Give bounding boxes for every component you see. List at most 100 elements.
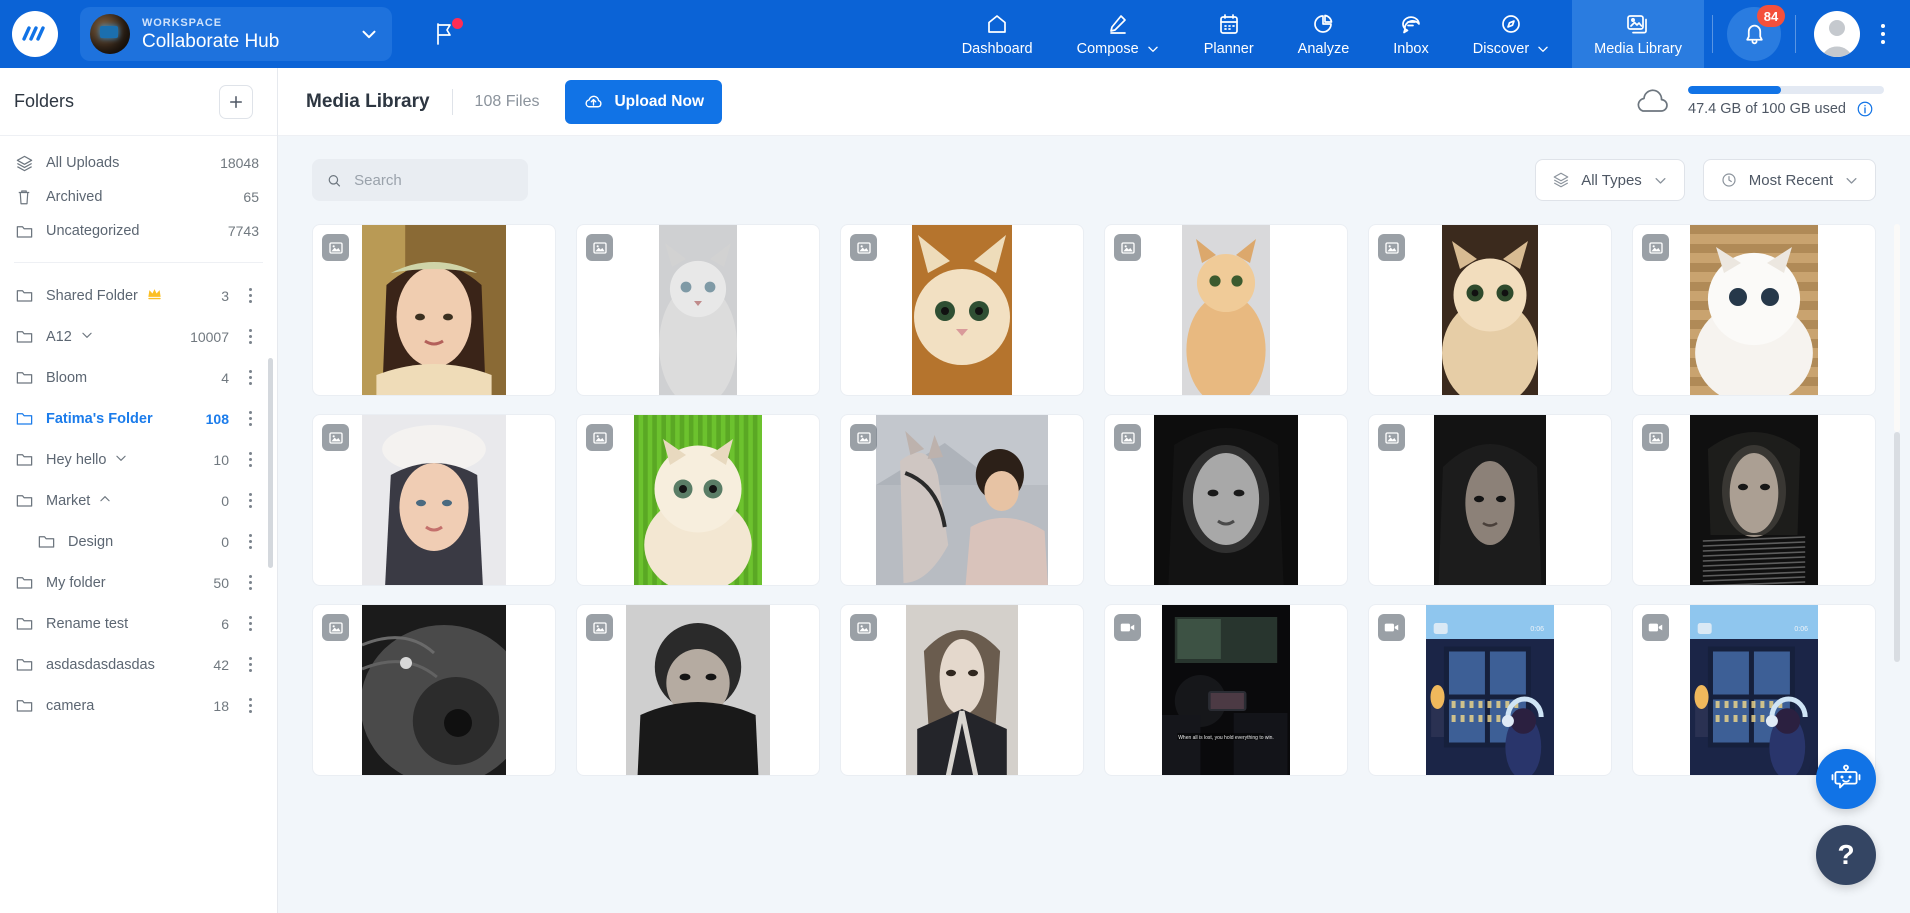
- sidebar-folder-design[interactable]: Design 0: [0, 521, 277, 562]
- sidebar-folder-shared-folder[interactable]: Shared Folder 3: [0, 275, 277, 316]
- help-label: ?: [1837, 839, 1855, 870]
- app-logo[interactable]: [12, 11, 58, 57]
- media-card[interactable]: [1104, 414, 1348, 586]
- sidebar-label-all-uploads: All Uploads: [46, 155, 120, 171]
- nav-item-dashboard[interactable]: Dashboard: [940, 0, 1055, 68]
- media-card[interactable]: 0:06: [1368, 604, 1612, 776]
- media-card[interactable]: [312, 604, 556, 776]
- folder-overflow-menu-button[interactable]: [241, 370, 259, 385]
- chevron-down-icon[interactable]: [80, 328, 94, 346]
- media-card[interactable]: [840, 224, 1084, 396]
- folder-icon: [14, 614, 34, 633]
- folder-icon: [14, 368, 34, 387]
- image-icon: [1378, 424, 1405, 451]
- media-card[interactable]: [1104, 224, 1348, 396]
- user-avatar[interactable]: [1814, 11, 1860, 57]
- folder-icon: [14, 573, 34, 592]
- notifications-button[interactable]: 84: [1727, 5, 1785, 61]
- folder-overflow-menu-button[interactable]: [241, 657, 259, 672]
- folder-overflow-menu-button[interactable]: [241, 329, 259, 344]
- folder-overflow-menu-button[interactable]: [241, 575, 259, 590]
- sidebar-folder-label: Hey hello: [46, 451, 201, 469]
- media-thumbnail: When all is lost, you hold everything to…: [1162, 605, 1290, 775]
- add-folder-button[interactable]: [219, 84, 253, 119]
- workspace-switcher[interactable]: WORKSPACE Collaborate Hub: [80, 7, 392, 61]
- sidebar-item-archived[interactable]: Archived 65: [0, 180, 277, 214]
- folder-overflow-menu-button[interactable]: [241, 452, 259, 467]
- media-card[interactable]: [840, 414, 1084, 586]
- media-scrollbar-thumb[interactable]: [1894, 432, 1900, 662]
- media-card[interactable]: [840, 604, 1084, 776]
- info-icon[interactable]: [1856, 100, 1874, 118]
- page-title: Media Library: [306, 90, 430, 112]
- sidebar-folder-a12[interactable]: A12 10007: [0, 316, 277, 357]
- sidebar-folder-bloom[interactable]: Bloom 4: [0, 357, 277, 398]
- media-card[interactable]: [1368, 414, 1612, 586]
- nav-item-compose[interactable]: Compose: [1055, 0, 1182, 68]
- nav-item-discover[interactable]: Discover: [1451, 0, 1572, 68]
- workspace-avatar: [90, 14, 130, 54]
- premium-crown-icon: [146, 286, 163, 305]
- media-thumbnail: [906, 605, 1018, 775]
- folder-overflow-menu-button[interactable]: [241, 411, 259, 426]
- folder-name-text: Fatima's Folder: [46, 410, 153, 427]
- media-card[interactable]: When all is lost, you hold everything to…: [1104, 604, 1348, 776]
- folder-overflow-menu-button[interactable]: [241, 493, 259, 508]
- sidebar-folder-my-folder[interactable]: My folder 50: [0, 562, 277, 603]
- nav-item-planner[interactable]: Planner: [1182, 0, 1276, 68]
- nav-item-inbox[interactable]: Inbox: [1371, 0, 1450, 68]
- media-card[interactable]: [576, 604, 820, 776]
- folder-overflow-menu-button[interactable]: [241, 698, 259, 713]
- page-body: Folders All Uploads 18048 Archived 65 Un…: [0, 68, 1910, 913]
- sort-dropdown[interactable]: Most Recent: [1702, 159, 1876, 201]
- help-button[interactable]: ?: [1816, 825, 1876, 885]
- folder-overflow-menu-button[interactable]: [241, 616, 259, 631]
- all-types-dropdown[interactable]: All Types: [1535, 159, 1685, 201]
- folders-sidebar: Folders All Uploads 18048 Archived 65 Un…: [0, 68, 278, 913]
- media-card[interactable]: [312, 414, 556, 586]
- sidebar-folder-market[interactable]: Market 0: [0, 480, 277, 521]
- flag-button[interactable]: [432, 18, 463, 47]
- storage-indicator: 47.4 GB of 100 GB used: [1632, 85, 1884, 118]
- sidebar-folder-asdasdasdasdas[interactable]: asdasdasdasdas 42: [0, 644, 277, 685]
- folder-overflow-menu-button[interactable]: [241, 534, 259, 549]
- search-input[interactable]: [354, 171, 514, 189]
- sidebar-divider: [14, 262, 263, 263]
- nav-item-media-library[interactable]: Media Library: [1572, 0, 1704, 68]
- media-thumbnail: [876, 415, 1048, 585]
- floating-action-buttons: ?: [1816, 749, 1876, 885]
- sidebar-folder-label: Rename test: [46, 616, 209, 632]
- sidebar-folder-rename-test[interactable]: Rename test 6: [0, 603, 277, 644]
- media-library-main: Media Library 108 Files Upload Now 47.4 …: [278, 68, 1910, 913]
- sidebar-item-uncategorized[interactable]: Uncategorized 7743: [0, 214, 277, 248]
- search-box[interactable]: [312, 159, 528, 201]
- sidebar-folder-count: 6: [221, 615, 229, 632]
- top-overflow-menu-button[interactable]: [1870, 24, 1896, 44]
- media-card[interactable]: [1632, 224, 1876, 396]
- sidebar-folder-fatima-s-folder[interactable]: Fatima's Folder 108: [0, 398, 277, 439]
- folder-overflow-menu-button[interactable]: [241, 288, 259, 303]
- media-thumbnail: [912, 225, 1012, 395]
- folder-icon: [14, 655, 34, 674]
- svg-text:0:06: 0:06: [1794, 626, 1808, 633]
- ai-assistant-button[interactable]: [1816, 749, 1876, 809]
- media-card[interactable]: [312, 224, 556, 396]
- upload-now-button[interactable]: Upload Now: [565, 79, 723, 124]
- media-card[interactable]: [576, 224, 820, 396]
- folder-name-text: Shared Folder: [46, 287, 138, 304]
- pencil-icon: [1110, 14, 1127, 34]
- sidebar-item-all-uploads[interactable]: All Uploads 18048: [0, 146, 277, 180]
- chevron-up-icon[interactable]: [98, 492, 112, 510]
- media-card[interactable]: [1368, 224, 1612, 396]
- nav-item-analyze[interactable]: Analyze: [1276, 0, 1372, 68]
- chevron-down-icon[interactable]: [114, 451, 128, 469]
- media-card[interactable]: [576, 414, 820, 586]
- top-navigation-bar: WORKSPACE Collaborate Hub Dashboard Comp…: [0, 0, 1910, 68]
- sidebar-folder-camera[interactable]: camera 18: [0, 685, 277, 726]
- sidebar-folder-hey-hello[interactable]: Hey hello 10: [0, 439, 277, 480]
- layers-icon: [14, 154, 34, 173]
- sidebar-scrollbar[interactable]: [268, 358, 273, 568]
- media-card[interactable]: [1632, 414, 1876, 586]
- nav-text-discover: Discover: [1472, 40, 1530, 57]
- media-thumbnail: 0:06: [1426, 605, 1554, 775]
